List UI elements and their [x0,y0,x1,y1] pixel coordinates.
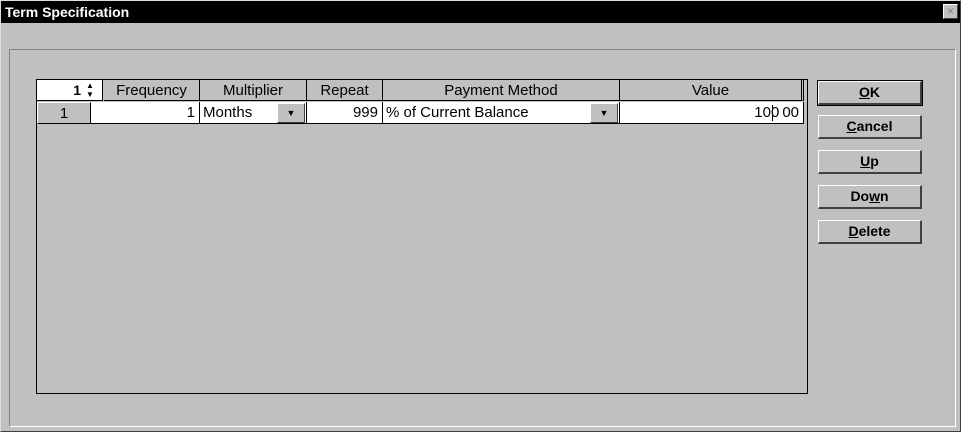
value-cell[interactable]: 100 00 [620,102,804,124]
chevron-down-icon[interactable]: ▼ [277,103,305,123]
cancel-button[interactable]: Cancel [818,115,922,139]
delete-mnemonic: D [848,223,859,239]
term-grid[interactable]: 1 ▲ ▼ Frequency Multiplier Repeat Paymen… [36,79,808,394]
value-decimal: 00 [782,104,799,121]
cancel-mnemonic: C [846,118,857,134]
column-header-value[interactable]: Value [620,80,804,101]
title-bar: Term Specification × [1,1,960,23]
frequency-cell[interactable]: 1 [91,102,200,124]
ok-label: K [869,84,880,100]
down-label-start: Do [850,188,870,204]
delete-label: elete [858,223,891,239]
row-counter-value: 1 [73,82,81,98]
chevron-down-icon[interactable]: ▼ [590,103,618,123]
row-number[interactable]: 1 [37,102,91,124]
column-header-multiplier[interactable]: Multiplier [200,80,307,101]
payment-method-value: % of Current Balance [386,104,529,121]
column-header-frequency[interactable]: Frequency [104,80,200,101]
ok-mnemonic: O [858,84,870,100]
term-specification-window: Term Specification × 1 ▲ ▼ Frequency Mul… [0,0,961,432]
row-counter[interactable]: 1 ▲ ▼ [37,80,103,101]
text-cursor [772,105,773,121]
spin-up-icon[interactable]: ▲ [84,81,96,90]
value-integer: 100 [754,104,780,121]
spin-updown-icon[interactable]: ▲ ▼ [84,81,96,99]
window-title: Term Specification [5,4,130,20]
column-header-payment-method[interactable]: Payment Method [383,80,620,101]
cancel-label: ancel [856,118,893,134]
multiplier-value: Months [203,104,253,121]
payment-method-cell[interactable]: % of Current Balance [383,102,620,124]
down-mnemonic: w [869,188,880,204]
spin-down-icon[interactable]: ▼ [84,90,96,99]
down-button[interactable]: Down [818,185,922,209]
up-mnemonic: U [860,153,871,169]
close-icon[interactable]: × [943,4,958,19]
up-label: p [870,153,879,169]
ok-button[interactable]: OK [817,80,923,106]
up-button[interactable]: Up [818,150,922,174]
down-label-end: n [880,188,889,204]
delete-button[interactable]: Delete [818,220,922,244]
column-header-repeat[interactable]: Repeat [307,80,383,101]
repeat-cell[interactable]: 999 [307,102,383,124]
